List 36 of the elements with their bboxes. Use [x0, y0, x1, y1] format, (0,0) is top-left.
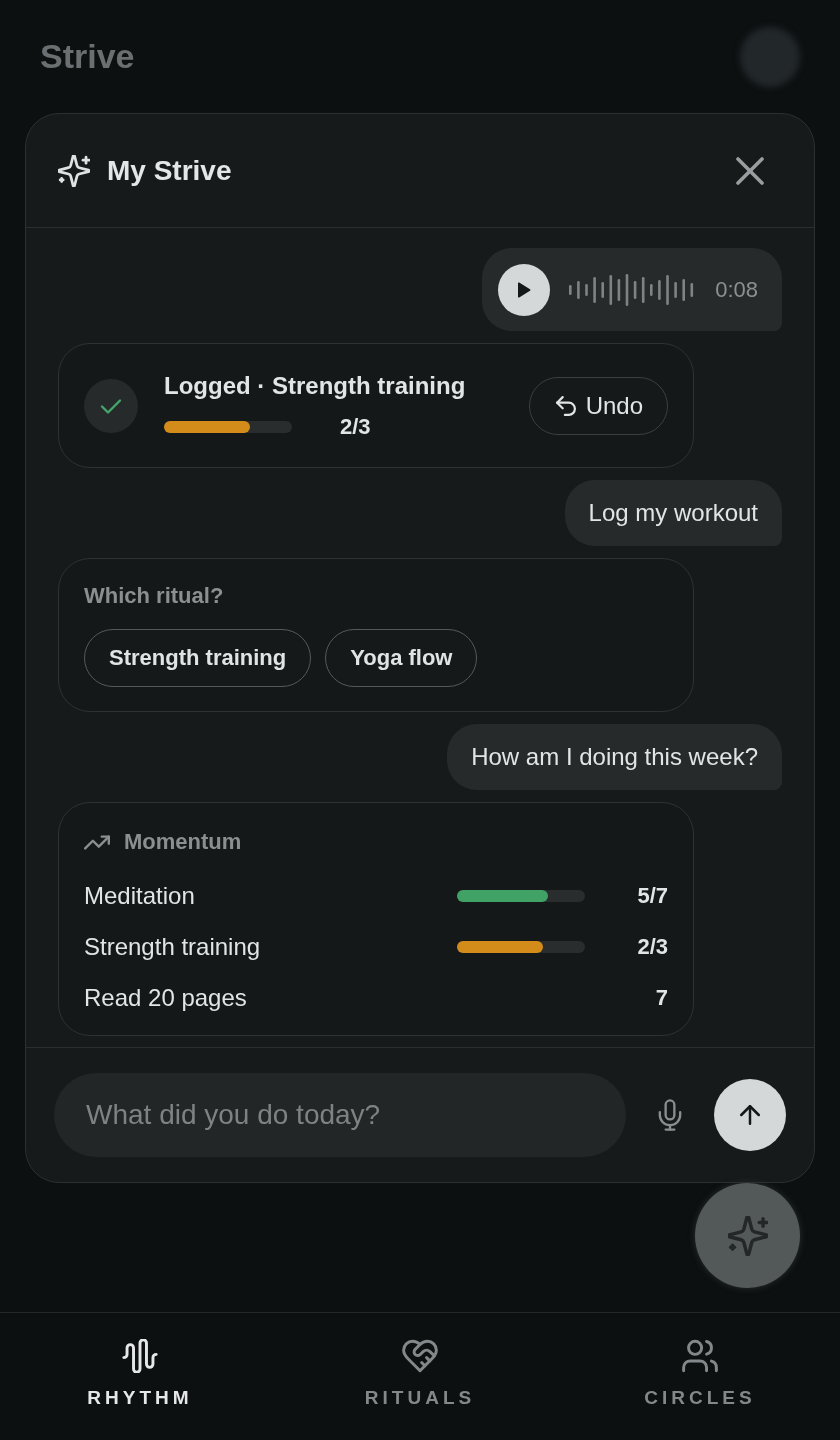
avatar-circle [740, 26, 800, 87]
close-icon [736, 156, 764, 185]
waveform-icon [122, 1339, 158, 1373]
message-input[interactable]: What did you do today? [54, 1073, 626, 1157]
duration-text: 0:08 [715, 276, 758, 303]
check-icon [84, 378, 138, 433]
app-title: Strive [40, 37, 135, 76]
progress-count: 2/3 [340, 413, 371, 440]
people-icon [682, 1339, 718, 1373]
microphone-icon [658, 1099, 682, 1131]
trend-up-icon [84, 834, 110, 850]
sparkle-icon [727, 1215, 768, 1256]
play-icon [517, 281, 532, 298]
sparkle-icon [58, 154, 90, 187]
user-message: Log my workout [564, 480, 782, 546]
nav-tab[interactable]: RHYTHM [0, 1313, 280, 1440]
panel-title: My Strive [107, 154, 232, 187]
undo-button[interactable]: Undo [528, 376, 668, 435]
close-button[interactable] [736, 156, 764, 185]
heart-handshake-icon [402, 1339, 438, 1373]
ritual-count: 2/3 [637, 933, 668, 960]
ritual-count: 5/7 [637, 882, 668, 909]
choice-prompt: Which ritual? [84, 583, 225, 609]
momentum-title: Momentum [124, 829, 242, 855]
option-chip[interactable]: Strength training [84, 629, 312, 687]
option-chip[interactable]: Yoga flow [325, 629, 478, 687]
ritual-name: Strength training [84, 932, 261, 961]
ritual-name: Read 20 pages [84, 983, 247, 1012]
ritual-name: Meditation [84, 881, 195, 910]
nav-tab[interactable]: RITUALS [280, 1313, 560, 1440]
ritual-count: 7 [655, 984, 668, 1011]
undo-icon [555, 395, 576, 416]
microphone-button[interactable] [658, 1099, 682, 1131]
user-message: How am I doing this week? [447, 724, 782, 790]
nav-tab[interactable]: CIRCLES [560, 1313, 840, 1440]
logged-title: Logged · Strength training [164, 371, 466, 400]
